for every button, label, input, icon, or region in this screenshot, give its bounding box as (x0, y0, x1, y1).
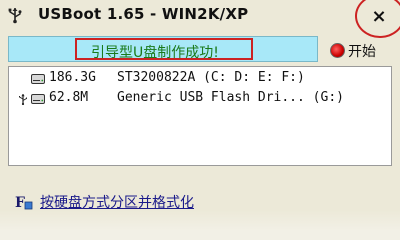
partition-mode-link[interactable]: 按硬盘方式分区并格式化 (40, 192, 194, 212)
drive-name: Generic USB Flash Dri... (G:) (117, 90, 344, 105)
svg-text:F: F (15, 195, 25, 211)
status-highlight-box: 引导型U盘制作成功! (75, 38, 253, 61)
window-title: USBoot 1.65 - WIN2K/XP (38, 5, 249, 23)
start-label: 开始 (348, 44, 376, 60)
drive-name: ST3200822A (C: D: E: F:) (117, 70, 305, 85)
drive-size: 62.8M (49, 90, 89, 105)
red-radio-icon (330, 43, 345, 58)
close-button[interactable]: × (368, 6, 390, 28)
drive-list[interactable]: 186.3G ST3200822A (C: D: E: F:) 62.8M Ge… (8, 66, 392, 166)
status-message: 引导型U盘制作成功! (91, 45, 219, 61)
drive-row[interactable]: 62.8M Generic USB Flash Dri... (G:) (9, 89, 391, 109)
bottom-panel: F 按硬盘方式分区并格式化 (0, 180, 400, 240)
title-bar: USBoot 1.65 - WIN2K/XP × (0, 0, 400, 38)
usb-plug-icon (19, 94, 27, 105)
status-bar: 引导型U盘制作成功! (8, 36, 318, 62)
drive-row[interactable]: 186.3G ST3200822A (C: D: E: F:) (9, 69, 391, 89)
hard-disk-icon (31, 74, 45, 84)
drive-size: 186.3G (49, 70, 96, 85)
usb-plug-icon (8, 8, 22, 24)
format-mode-icon[interactable]: F (14, 192, 34, 212)
hard-disk-icon (31, 94, 45, 104)
